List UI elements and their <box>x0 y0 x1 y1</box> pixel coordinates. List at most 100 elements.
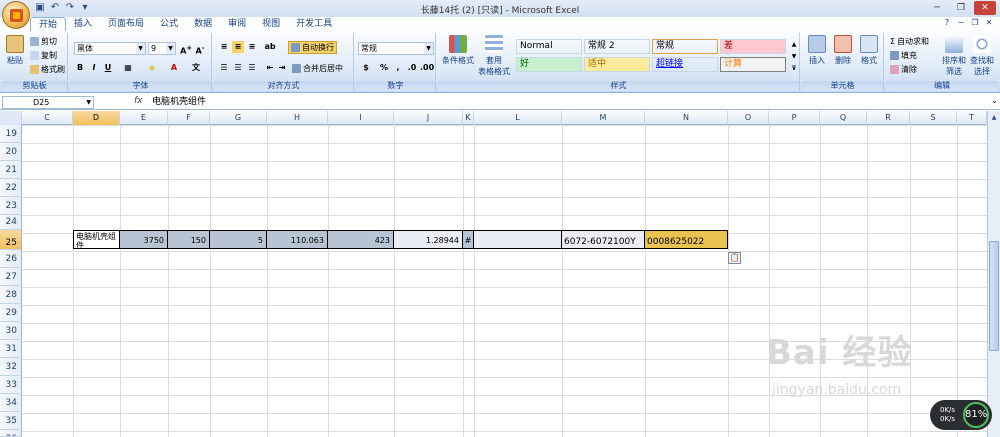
phonetic-icon[interactable]: 文 <box>190 62 202 74</box>
column-header-n[interactable]: N <box>645 111 728 125</box>
fill-button[interactable]: 填充 <box>890 50 917 61</box>
percent-icon[interactable]: % <box>378 62 390 74</box>
cell-n25[interactable]: 0008625022 <box>645 230 728 249</box>
copy-button[interactable]: 复制 <box>30 50 57 61</box>
align-bottom-icon[interactable]: ≡ <box>246 41 258 53</box>
cell-i25[interactable]: 423 <box>328 230 394 249</box>
column-header-l[interactable]: L <box>474 111 562 125</box>
grow-font-icon[interactable]: A+ <box>180 42 192 56</box>
column-header-p[interactable]: P <box>769 111 820 125</box>
paste-button[interactable]: 粘贴 <box>4 35 26 66</box>
column-header-d[interactable]: D <box>73 111 120 125</box>
column-header-f[interactable]: F <box>168 111 210 125</box>
clear-button[interactable]: 清除 <box>890 64 917 75</box>
style-normal-2[interactable]: 常规 2 <box>584 39 650 54</box>
styles-more-icon[interactable]: ⊽ <box>788 63 800 75</box>
font-color-icon[interactable]: A <box>168 62 180 74</box>
conditional-format-button[interactable]: 条件格式 <box>440 35 476 66</box>
row-header-33[interactable]: 33 <box>0 376 22 394</box>
row-header-30[interactable]: 30 <box>0 322 22 340</box>
tab-review[interactable]: 审阅 <box>220 17 254 31</box>
column-header-g[interactable]: G <box>210 111 267 125</box>
column-header-i[interactable]: I <box>328 111 394 125</box>
qat-dropdown-icon[interactable]: ▾ <box>79 2 91 14</box>
border-icon[interactable]: ▦ <box>122 62 134 74</box>
expand-formula-icon[interactable]: ⌄ <box>991 96 998 105</box>
column-header-o[interactable]: O <box>728 111 769 125</box>
row-header-21[interactable]: 21 <box>0 161 22 179</box>
autosum-button[interactable]: Σ 自动求和 <box>890 36 929 47</box>
sort-filter-button[interactable]: 排序和 筛选 <box>940 35 968 77</box>
fill-color-icon[interactable]: ◈ <box>146 62 158 74</box>
font-size-select[interactable]: 9 ▼ <box>148 42 176 55</box>
help-icon[interactable]: ? <box>942 18 952 28</box>
style-bad[interactable]: 差 <box>720 39 786 54</box>
cell-h25[interactable]: 110.063 <box>267 230 328 249</box>
format-cells-button[interactable]: 格式 <box>856 35 882 66</box>
merge-center-button[interactable]: 合并后居中 <box>292 63 343 74</box>
tab-developer[interactable]: 开发工具 <box>288 17 340 31</box>
doc-minimize-icon[interactable]: ─ <box>956 18 966 28</box>
doc-restore-icon[interactable]: ❐ <box>970 18 980 28</box>
fx-icon[interactable]: fx <box>134 96 143 106</box>
cell-g25[interactable]: 5 <box>210 230 267 249</box>
column-header-k[interactable]: K <box>463 111 474 125</box>
style-normal[interactable]: Normal <box>516 39 582 54</box>
column-header-s[interactable]: S <box>910 111 957 125</box>
close-icon[interactable]: ✕ <box>974 1 996 15</box>
column-header-e[interactable]: E <box>120 111 168 125</box>
row-header-19[interactable]: 19 <box>0 125 22 143</box>
tab-insert[interactable]: 插入 <box>66 17 100 31</box>
insert-cells-button[interactable]: 插入 <box>804 35 830 66</box>
decrease-decimal-icon[interactable]: .00 <box>420 62 434 74</box>
align-right-icon[interactable]: ☰ <box>246 62 258 74</box>
style-good[interactable]: 好 <box>516 57 582 72</box>
increase-indent-icon[interactable]: ⇥ <box>276 62 288 74</box>
tab-home[interactable]: 开始 <box>30 17 67 31</box>
italic-icon[interactable]: I <box>88 62 100 74</box>
row-header-34[interactable]: 34 <box>0 394 22 412</box>
row-header-24[interactable]: 24 <box>0 215 22 230</box>
find-select-button[interactable]: 查找和 选择 <box>968 35 996 77</box>
undo-icon[interactable]: ↶ <box>49 2 61 14</box>
style-regular[interactable]: 常规 <box>652 39 718 54</box>
scroll-thumb[interactable] <box>989 241 999 351</box>
font-name-select[interactable]: 黑体 ▼ <box>74 42 146 55</box>
cut-button[interactable]: 剪切 <box>30 36 57 47</box>
tab-data[interactable]: 数据 <box>186 17 220 31</box>
row-header-27[interactable]: 27 <box>0 268 22 286</box>
orientation-icon[interactable]: ab <box>264 41 276 53</box>
bold-icon[interactable]: B <box>74 62 86 74</box>
row-header-32[interactable]: 32 <box>0 358 22 376</box>
cell-e25[interactable]: 3750 <box>120 230 168 249</box>
row-header-36[interactable]: 36 <box>0 430 22 437</box>
align-left-icon[interactable]: ☰ <box>218 62 230 74</box>
column-header-j[interactable]: J <box>394 111 463 125</box>
currency-icon[interactable]: $ <box>360 62 372 74</box>
column-header-c[interactable]: C <box>22 111 73 125</box>
align-top-icon[interactable]: ≡ <box>218 41 230 53</box>
cell-d25[interactable]: 电脑机壳组件 <box>73 230 120 250</box>
name-box[interactable]: D25 ▼ <box>2 96 94 109</box>
column-header-m[interactable]: M <box>562 111 645 125</box>
row-header-35[interactable]: 35 <box>0 412 22 430</box>
paste-options-icon[interactable]: 📋 <box>728 252 741 264</box>
shrink-font-icon[interactable]: A- <box>194 42 206 56</box>
row-header-31[interactable]: 31 <box>0 340 22 358</box>
column-header-h[interactable]: H <box>267 111 328 125</box>
row-header-28[interactable]: 28 <box>0 286 22 304</box>
row-header-25[interactable]: 25 <box>0 230 22 250</box>
styles-scroll-up-icon[interactable]: ▲ <box>788 39 800 51</box>
style-hyperlink[interactable]: 超链接 <box>652 57 718 72</box>
tab-formulas[interactable]: 公式 <box>152 17 186 31</box>
format-painter-button[interactable]: 格式刷 <box>30 64 65 75</box>
row-header-20[interactable]: 20 <box>0 143 22 161</box>
cell-f25[interactable]: 150 <box>168 230 210 249</box>
column-header-r[interactable]: R <box>867 111 910 125</box>
cell-j25[interactable]: 1.28944 <box>394 230 463 249</box>
number-format-select[interactable]: 常规 ▼ <box>358 42 434 55</box>
style-calculation[interactable]: 计算 <box>720 57 786 72</box>
doc-close-icon[interactable]: ✕ <box>984 18 994 28</box>
align-middle-icon[interactable]: ≡ <box>232 41 244 53</box>
restore-icon[interactable]: ❐ <box>950 1 972 15</box>
